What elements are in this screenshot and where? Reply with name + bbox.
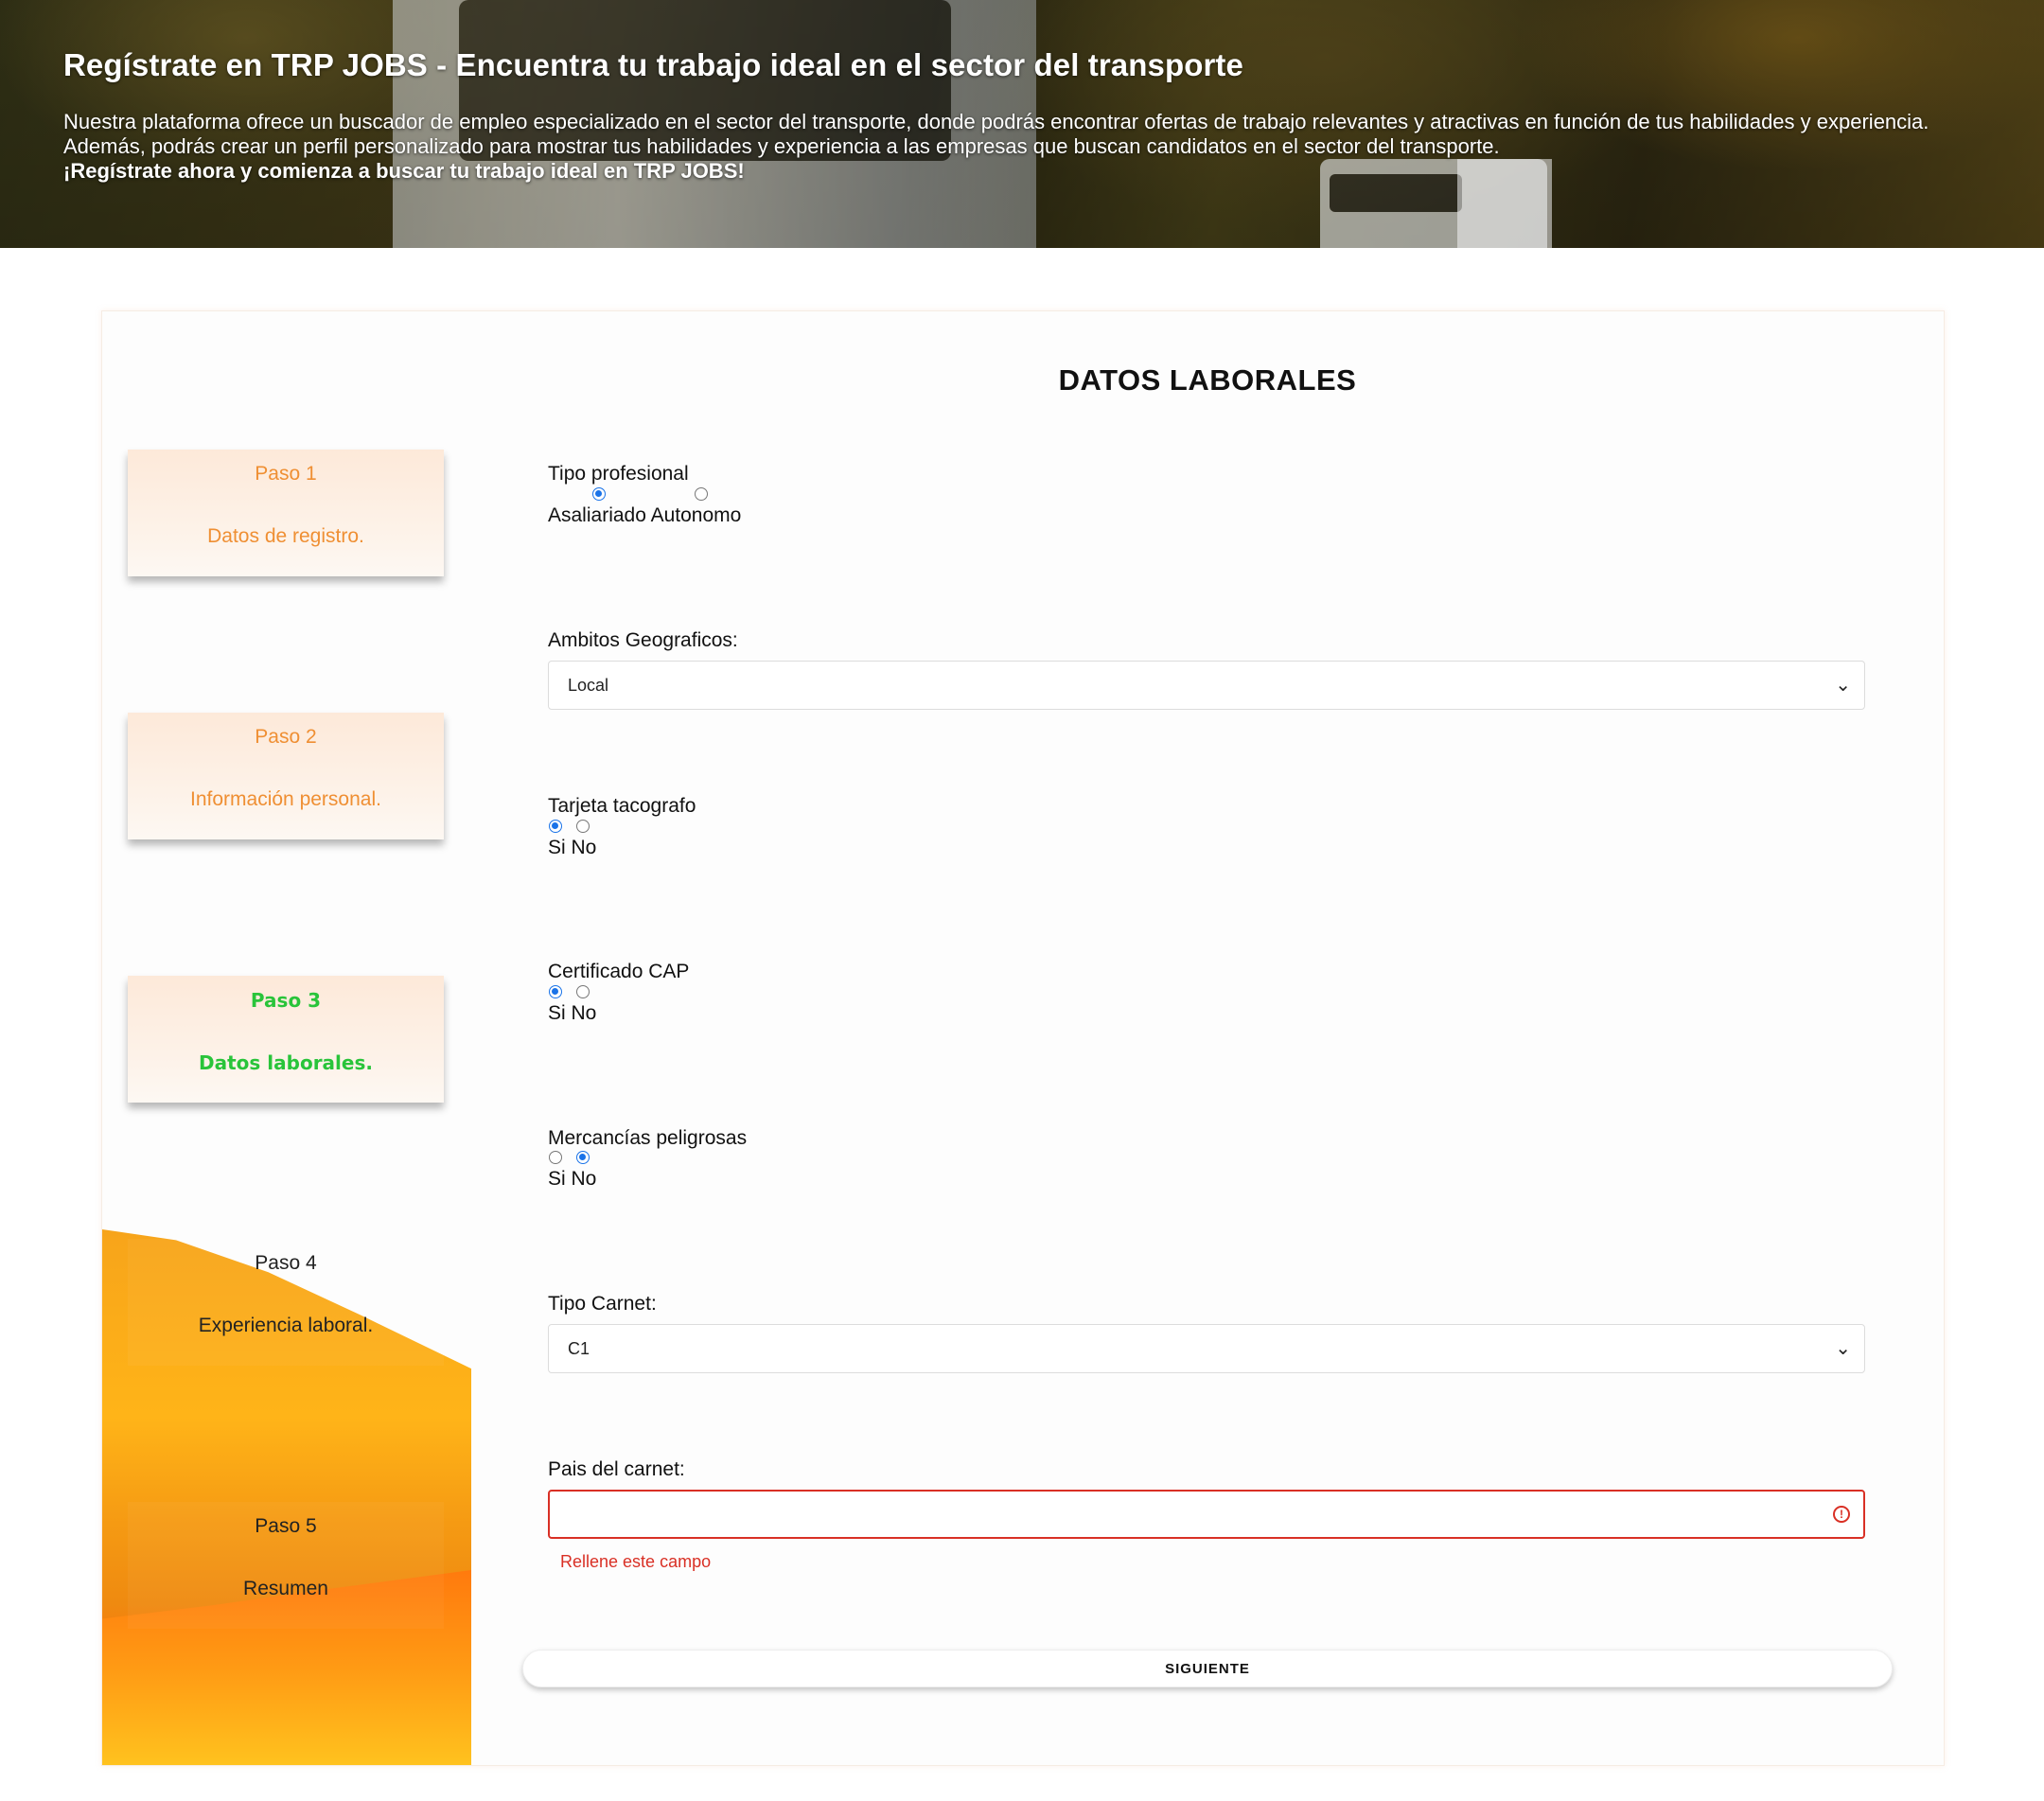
- step-label: Datos de registro.: [207, 525, 364, 547]
- radio-mercancias-si[interactable]: [549, 1151, 562, 1164]
- next-button[interactable]: SIGUIENTE: [522, 1650, 1893, 1687]
- step-label: Información personal.: [190, 788, 381, 810]
- radio-tacografo-si[interactable]: [549, 820, 562, 833]
- page-description: Nuestra plataforma ofrece un buscador de…: [63, 110, 1929, 158]
- radio-cap-si[interactable]: [549, 985, 562, 998]
- mercancias-label: Mercancías peligrosas: [548, 1127, 748, 1149]
- hero-banner: Regístrate en TRP JOBS - Encuentra tu tr…: [0, 0, 2044, 248]
- tacografo-options: Si No: [548, 837, 597, 858]
- registration-card: Paso 1 Datos de registro. Paso 2 Informa…: [101, 310, 1945, 1766]
- step-4[interactable]: Paso 4 Experiencia laboral.: [128, 1239, 444, 1366]
- radio-asalariado[interactable]: [592, 487, 606, 501]
- tacografo-label: Tarjeta tacografo: [548, 795, 696, 817]
- step-title: Paso 3: [250, 989, 322, 1012]
- cap-label: Certificado CAP: [548, 961, 690, 982]
- page-title: Regístrate en TRP JOBS - Encuentra tu tr…: [63, 47, 1243, 82]
- ambitos-label: Ambitos Geograficos:: [548, 629, 738, 651]
- step-title: Paso 5: [255, 1515, 317, 1537]
- tipo-carnet-select[interactable]: C1 ⌄: [548, 1324, 1865, 1373]
- error-icon: !: [1833, 1506, 1850, 1523]
- trailer-image: [1457, 159, 1552, 248]
- tipo-carnet-label: Tipo Carnet:: [548, 1293, 657, 1315]
- pais-carnet-label: Pais del carnet:: [548, 1458, 685, 1480]
- radio-autonomo[interactable]: [695, 487, 708, 501]
- ambitos-value: Local: [568, 676, 609, 695]
- step-title: Paso 2: [255, 726, 317, 748]
- chevron-down-icon: ⌄: [1835, 1338, 1851, 1359]
- step-label: Resumen: [243, 1578, 328, 1599]
- step-label: Datos laborales.: [199, 1051, 373, 1074]
- step-3[interactable]: Paso 3 Datos laborales.: [128, 976, 444, 1103]
- step-2[interactable]: Paso 2 Información personal.: [128, 713, 444, 839]
- tipo-profesional-label: Tipo profesional: [548, 463, 689, 485]
- step-title: Paso 1: [255, 463, 317, 485]
- radio-tacografo-no[interactable]: [576, 820, 590, 833]
- radio-cap-no[interactable]: [576, 985, 590, 998]
- pais-carnet-field[interactable]: !: [548, 1490, 1865, 1539]
- pais-carnet-input[interactable]: [550, 1492, 1863, 1537]
- form-title: DATOS LABORALES: [1058, 363, 1357, 397]
- pais-carnet-error: Rellene este campo: [560, 1552, 712, 1571]
- ambitos-select[interactable]: Local ⌄: [548, 661, 1865, 710]
- radio-mercancias-no[interactable]: [576, 1151, 590, 1164]
- step-1[interactable]: Paso 1 Datos de registro.: [128, 450, 444, 576]
- steps-sidebar: Paso 1 Datos de registro. Paso 2 Informa…: [102, 311, 471, 1765]
- cap-options: Si No: [548, 1002, 597, 1024]
- step-label: Experiencia laboral.: [198, 1315, 374, 1336]
- step-title: Paso 4: [255, 1252, 317, 1274]
- tipo-profesional-options: Asaliariado Autonomo: [548, 504, 742, 526]
- tipo-carnet-value: C1: [568, 1339, 590, 1358]
- page-cta: ¡Regístrate ahora y comienza a buscar tu…: [63, 159, 745, 183]
- chevron-down-icon: ⌄: [1835, 675, 1851, 696]
- step-5[interactable]: Paso 5 Resumen: [128, 1502, 444, 1629]
- mercancias-options: Si No: [548, 1168, 597, 1190]
